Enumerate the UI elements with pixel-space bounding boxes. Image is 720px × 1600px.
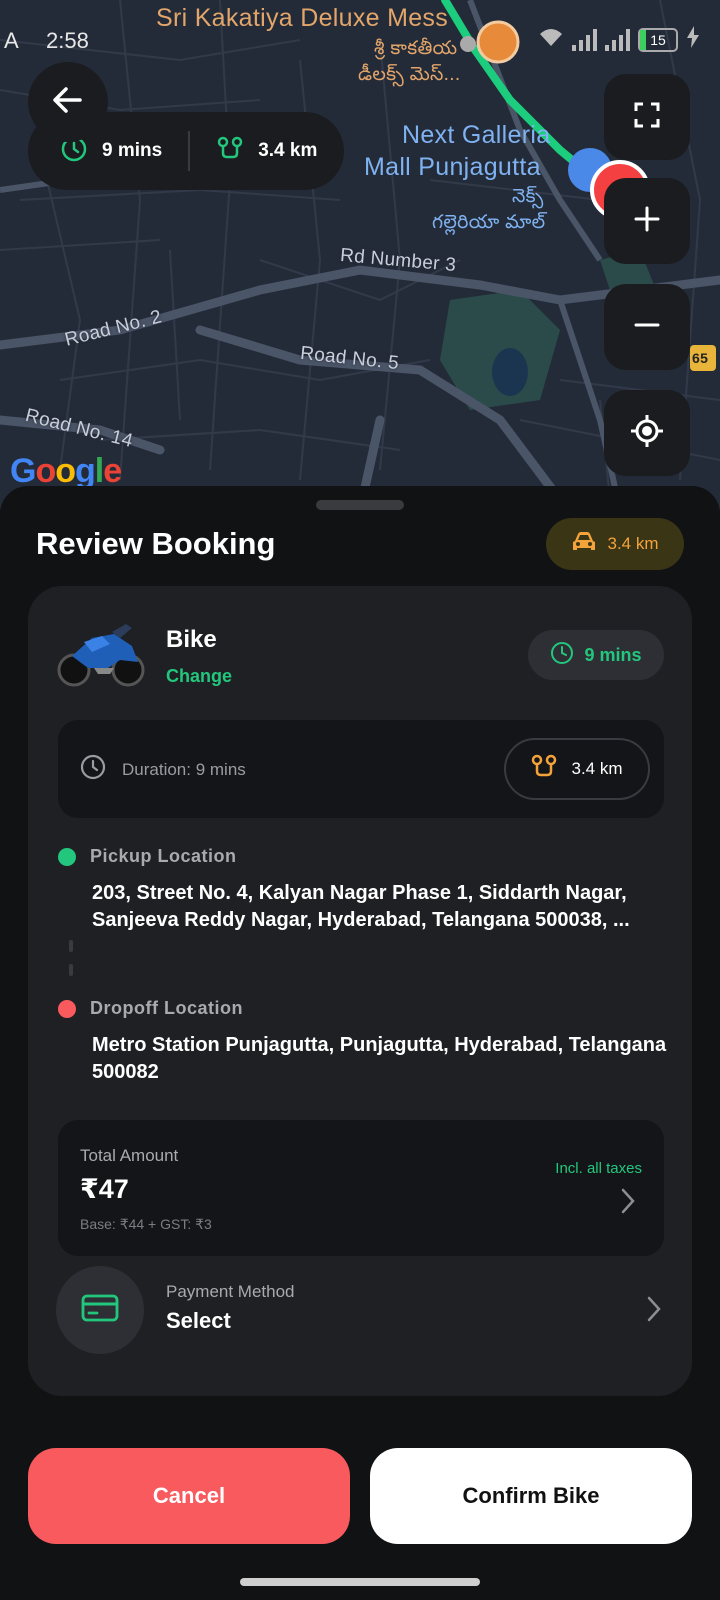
status-time: 2:58 [46,28,89,53]
distance-chip-label: 3.4 km [571,759,623,778]
map-label-mall-te-2: గల్లెరియా మాల్ [432,212,546,233]
signal-icon [572,28,597,51]
fare-breakup: Base: ₹44 + GST: ₹3 [80,1216,212,1232]
chevron-right-icon [620,1188,636,1219]
route-icon [531,754,557,785]
status-bar: A 2:58 15 [0,22,720,62]
car-icon [571,531,597,558]
vehicle-time: 9 mins [584,644,642,665]
credit-card-icon [81,1293,119,1328]
map-label-mall-1: Next Galleria [402,121,551,149]
total-amount-label: Total Amount [80,1146,179,1165]
charging-icon [686,26,700,53]
pickup-dot [58,848,76,866]
back-button[interactable] [28,62,108,142]
signal-icon-2 [605,28,630,51]
map-label-mess-te-2: డీలక్స్ మెస్... [358,64,461,85]
total-amount-row[interactable]: Total Amount ₹47 Base: ₹44 + GST: ₹3 Inc… [58,1120,664,1256]
eta-time: 9 mins [102,140,163,161]
booking-card: Bike Change 9 mins Duration: 9 mins 3.4 … [28,586,692,1396]
sheet-drag-handle[interactable] [316,500,404,510]
vehicle-name: Bike [166,626,217,653]
sheet-title: Review Booking [36,526,276,561]
zoom-in-button[interactable] [604,178,690,264]
duration-label: Duration: 9 mins [122,759,246,779]
map-view[interactable]: Sri Kakatiya Deluxe Mess శ్రీ కాకతీయ డీల… [0,0,720,510]
plus-icon [633,205,661,238]
clock-icon [80,754,106,785]
route-connector [69,964,73,976]
route-connector [69,940,73,952]
dropoff-dot [58,1000,76,1018]
minus-icon [633,311,661,344]
wifi-icon [538,26,564,53]
chevron-right-icon [646,1296,662,1327]
battery-level: 15 [650,31,666,48]
fullscreen-icon [633,101,661,134]
distance-badge: 3.4 km [546,518,684,570]
payment-method-label: Payment Method [166,1282,295,1301]
distance-badge-label: 3.4 km [607,534,659,553]
arrow-left-icon [50,82,86,123]
dropoff-label: Dropoff Location [90,998,243,1018]
payment-method-row[interactable]: Payment Method Select [56,1266,662,1356]
duration-box: Duration: 9 mins 3.4 km [58,720,664,818]
map-label-mall-2: Mall Punjagutta [364,153,541,181]
battery-icon: 15 [638,27,678,52]
my-location-button[interactable] [604,390,690,476]
eta-divider [188,131,191,171]
map-label-mall-te-1: నెక్స్ [512,186,544,207]
payment-method-value: Select [166,1308,231,1333]
vehicle-time-chip: 9 mins [528,630,664,680]
taxes-note: Incl. all taxes [555,1160,642,1177]
clock-icon [550,641,574,670]
home-indicator[interactable] [240,1578,480,1586]
eta-distance: 3.4 km [258,140,318,161]
dropoff-address: Metro Station Punjagutta, Punjagutta, Hy… [92,1034,667,1083]
confirm-bike-button[interactable]: Confirm Bike [370,1448,692,1544]
distance-chip: 3.4 km [504,738,650,800]
cancel-button[interactable]: Cancel [28,1448,350,1544]
carrier-label: A [4,28,19,53]
map-road-shield: 65 [692,350,709,366]
review-booking-sheet: Review Booking 3.4 km Bike Change 9 mins [0,486,720,1600]
pickup-label: Pickup Location [90,846,237,866]
route-icon [216,135,244,168]
payment-icon-circle [56,1266,144,1354]
total-amount-value: ₹47 [80,1174,129,1204]
bike-image [54,616,146,690]
pickup-address: 203, Street No. 4, Kalyan Nagar Phase 1,… [92,882,630,931]
fullscreen-button[interactable] [604,74,690,160]
zoom-out-button[interactable] [604,284,690,370]
crosshair-icon [629,413,665,454]
change-vehicle-link[interactable]: Change [166,666,232,687]
